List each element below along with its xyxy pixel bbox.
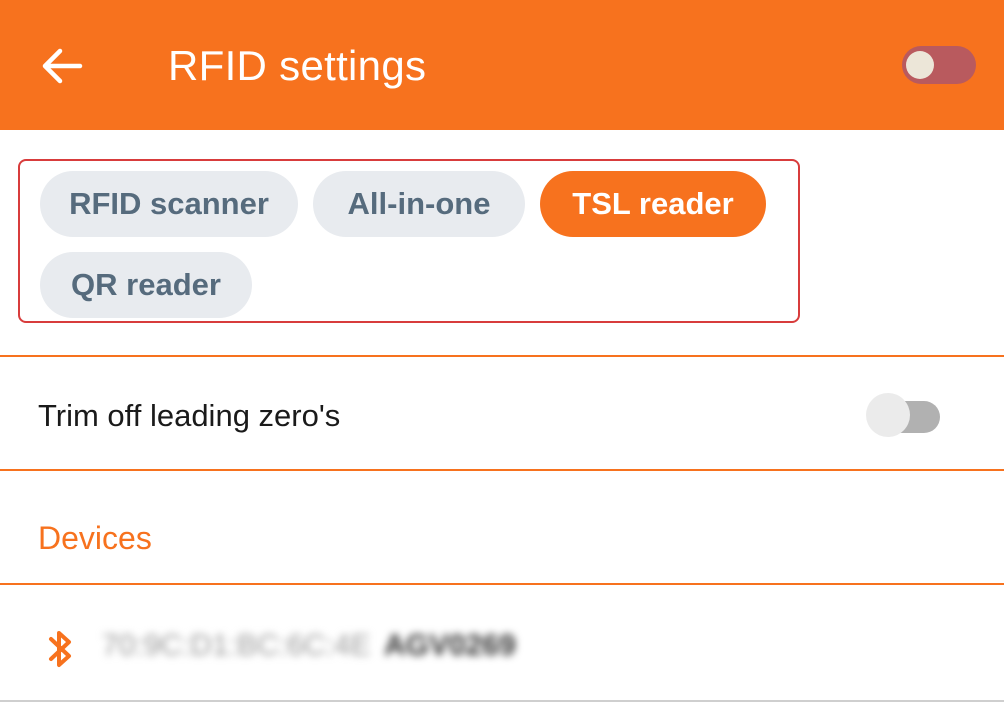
chip-qr-reader[interactable]: QR reader bbox=[40, 252, 252, 318]
toggle-thumb bbox=[906, 51, 934, 79]
chip-rfid-scanner[interactable]: RFID scanner bbox=[40, 171, 298, 237]
trim-zeros-label: Trim off leading zero's bbox=[38, 398, 341, 433]
device-mac-address: 70:9C:D1:BC:6C:4E bbox=[102, 629, 371, 662]
chip-tsl-reader[interactable]: TSL reader bbox=[540, 171, 766, 237]
device-list-item[interactable]: 70:9C:D1:BC:6C:4E AGV0269 bbox=[0, 588, 1004, 700]
back-button[interactable] bbox=[36, 40, 88, 92]
divider bbox=[0, 469, 1004, 471]
device-name: AGV0269 bbox=[384, 629, 516, 662]
divider bbox=[0, 583, 1004, 585]
divider bbox=[0, 355, 1004, 357]
page-title: RFID settings bbox=[168, 42, 427, 89]
app-bar: RFID settings bbox=[0, 0, 1004, 130]
scanner-type-chip-group: RFID scanner All-in-one TSL reader QR re… bbox=[18, 159, 800, 323]
devices-section-header: Devices bbox=[38, 520, 152, 556]
trim-zeros-switch[interactable] bbox=[866, 393, 942, 439]
switch-thumb bbox=[866, 393, 910, 437]
chip-all-in-one[interactable]: All-in-one bbox=[313, 171, 525, 237]
divider bbox=[0, 700, 1004, 702]
rfid-enable-toggle[interactable] bbox=[902, 46, 976, 84]
bluetooth-icon bbox=[49, 631, 71, 667]
arrow-left-icon bbox=[42, 48, 83, 84]
